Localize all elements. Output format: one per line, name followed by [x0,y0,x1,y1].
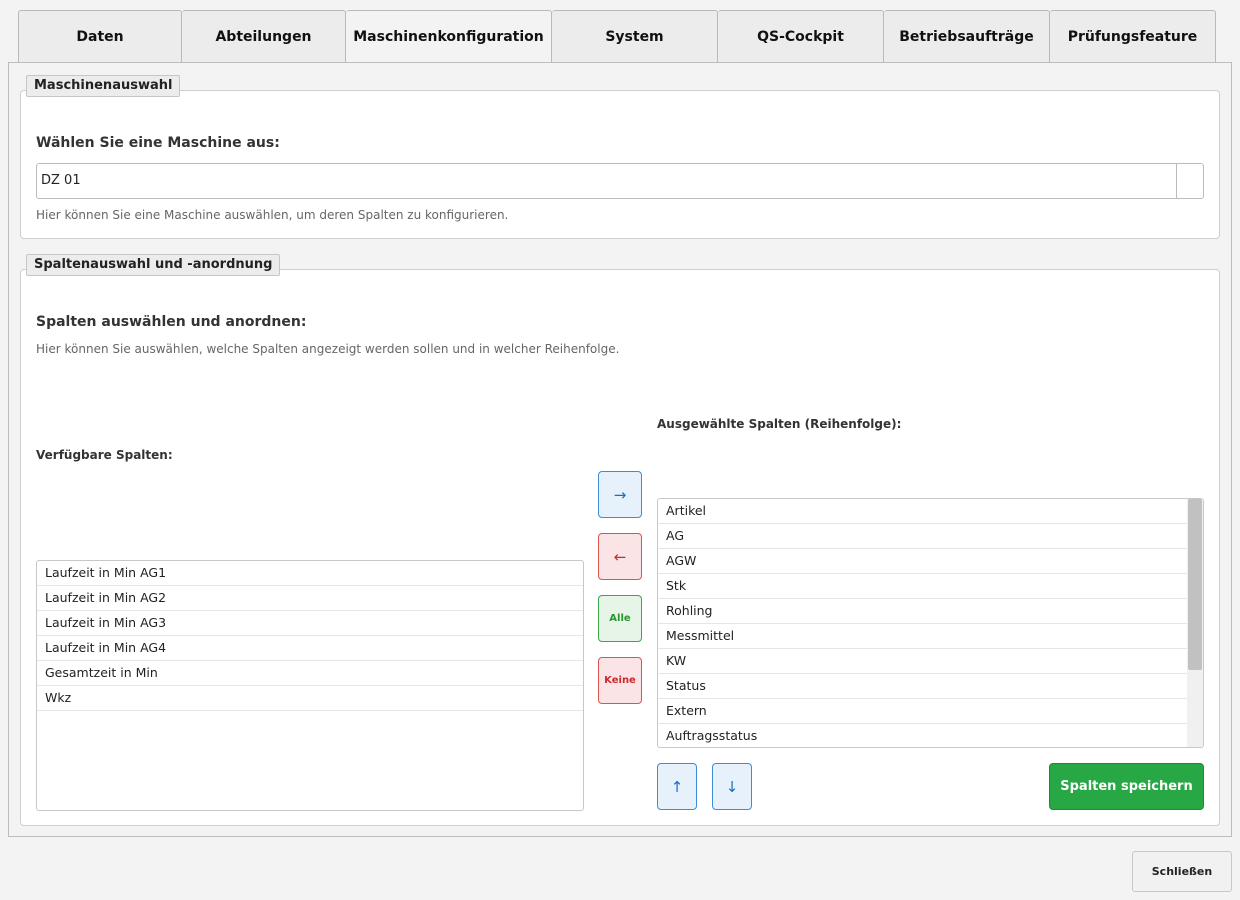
arrow-up-icon: ↑ [670,777,684,796]
arrow-right-icon: → [613,485,627,504]
machine-select[interactable]: DZ 01 [36,163,1204,199]
list-item[interactable]: Wkz [37,686,583,711]
selected-list-scrollbar[interactable] [1187,499,1203,747]
list-item[interactable]: Laufzeit in Min AG4 [37,636,583,661]
list-item[interactable]: Laufzeit in Min AG3 [37,611,583,636]
select-all-button[interactable]: Alle [598,595,642,642]
list-item[interactable]: KW [658,649,1203,674]
list-item[interactable]: Stk [658,574,1203,599]
list-item[interactable]: Artikel [658,499,1203,524]
list-item[interactable]: Gesamtzeit in Min [37,661,583,686]
tab-system[interactable]: System [552,10,718,62]
machine-select-value: DZ 01 [41,173,81,188]
select-none-label: Keine [604,675,636,686]
close-button[interactable]: Schließen [1132,851,1232,892]
list-item[interactable]: Status [658,674,1203,699]
column-selection-heading: Spalten auswählen und anordnen: [36,314,307,330]
move-down-button[interactable]: ↓ [712,763,752,810]
tab-maschinenkonfiguration[interactable]: Maschinenkonfiguration [346,10,552,63]
tab-daten[interactable]: Daten [18,10,182,62]
list-item[interactable]: Rohling [658,599,1203,624]
machine-selection-hint: Hier können Sie eine Maschine auswählen,… [36,208,509,222]
move-up-button[interactable]: ↑ [657,763,697,810]
arrow-left-icon: ← [613,547,627,566]
tab-pruefungsfeature[interactable]: Prüfungsfeature [1050,10,1216,62]
available-columns-list[interactable]: Laufzeit in Min AG1 Laufzeit in Min AG2 … [36,560,584,811]
dropdown-arrow-icon[interactable] [1176,164,1203,198]
available-columns-label: Verfügbare Spalten: [36,448,173,462]
tab-content-panel: Maschinenauswahl Wählen Sie eine Maschin… [8,62,1232,837]
selected-columns-label: Ausgewählte Spalten (Reihenfolge): [657,417,902,431]
machine-selection-legend: Maschinenauswahl [26,75,181,97]
list-item[interactable]: Laufzeit in Min AG1 [37,561,583,586]
tab-betriebsauftraege[interactable]: Betriebsaufträge [884,10,1050,62]
machine-selection-heading: Wählen Sie eine Maschine aus: [36,135,280,151]
list-item[interactable]: Extern [658,699,1203,724]
list-item[interactable]: Laufzeit in Min AG2 [37,586,583,611]
scrollbar-thumb[interactable] [1188,499,1202,670]
list-item[interactable]: Auftragsstatus [658,724,1203,747]
tab-bar: Daten Abteilungen Maschinenkonfiguration… [18,10,1216,63]
tab-abteilungen[interactable]: Abteilungen [182,10,346,62]
add-column-button[interactable]: → [598,471,642,518]
selected-columns-list[interactable]: Artikel AG AGW Stk Rohling Messmittel KW… [657,498,1204,748]
column-selection-hint: Hier können Sie auswählen, welche Spalte… [36,342,620,356]
remove-column-button[interactable]: ← [598,533,642,580]
save-columns-button[interactable]: Spalten speichern [1049,763,1204,810]
list-item[interactable]: AGW [658,549,1203,574]
column-selection-legend: Spaltenauswahl und -anordnung [26,254,281,276]
list-item[interactable]: Messmittel [658,624,1203,649]
arrow-down-icon: ↓ [725,777,739,796]
tab-qs-cockpit[interactable]: QS-Cockpit [718,10,884,62]
list-item[interactable]: AG [658,524,1203,549]
select-all-label: Alle [609,613,631,624]
select-none-button[interactable]: Keine [598,657,642,704]
